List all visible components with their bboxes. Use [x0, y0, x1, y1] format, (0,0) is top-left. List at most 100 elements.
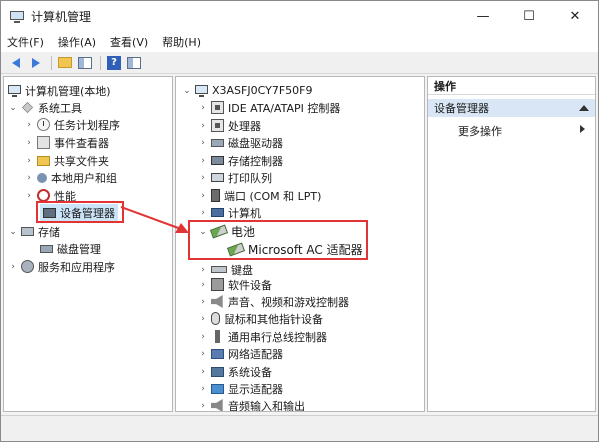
event-viewer-icon	[37, 136, 50, 149]
services-icon	[21, 260, 34, 273]
tree-item-disk-management[interactable]: 磁盘管理	[40, 240, 101, 257]
disk-management-label: 磁盘管理	[57, 242, 101, 256]
device-category-software[interactable]: › 软件设备	[198, 276, 272, 293]
device-category-storage-controllers[interactable]: › 存储控制器	[198, 152, 283, 169]
tree-item-event-viewer[interactable]: › 事件查看器	[24, 134, 109, 151]
tree-root[interactable]: 计算机管理(本地)	[8, 82, 111, 99]
local-users-label: 本地用户和组	[51, 171, 117, 185]
users-icon	[37, 172, 47, 183]
chevron-right-icon[interactable]: ›	[24, 156, 34, 166]
chevron-right-icon[interactable]: ›	[198, 265, 208, 275]
chevron-down-icon[interactable]: ⌄	[8, 227, 18, 237]
window-controls: — ☐ ✕	[460, 1, 598, 32]
tree-item-shared-folders[interactable]: › 共享文件夹	[24, 152, 109, 169]
chevron-right-icon[interactable]: ›	[198, 173, 208, 183]
chevron-right-icon[interactable]: ›	[198, 297, 208, 307]
chevron-right-icon[interactable]: ›	[198, 367, 208, 377]
chevron-right-icon[interactable]: ›	[198, 384, 208, 394]
device-category-mouse[interactable]: › 鼠标和其他指针设备	[198, 310, 323, 327]
close-button[interactable]: ✕	[552, 1, 598, 32]
device-category-print-queues[interactable]: › 打印队列	[198, 169, 272, 186]
chevron-right-icon[interactable]: ›	[198, 349, 208, 359]
up-folder-button[interactable]	[56, 54, 74, 72]
actions-section-label: 设备管理器	[434, 102, 489, 115]
chevron-right-icon[interactable]: ›	[198, 191, 208, 201]
device-category-display[interactable]: › 显示适配器	[198, 380, 283, 397]
device-category-label: IDE ATA/ATAPI 控制器	[228, 101, 341, 115]
chevron-right-icon[interactable]: ›	[198, 280, 208, 290]
actions-pane: 操作 设备管理器 更多操作	[427, 76, 596, 412]
device-category-ports[interactable]: › 端口 (COM 和 LPT)	[198, 187, 321, 204]
back-button[interactable]	[7, 54, 25, 72]
forward-button[interactable]	[27, 54, 45, 72]
tree-item-local-users[interactable]: › 本地用户和组	[24, 169, 117, 186]
pc-icon	[211, 208, 224, 217]
collapse-up-icon[interactable]	[579, 105, 589, 111]
chevron-down-icon[interactable]: ⌄	[182, 86, 192, 96]
maximize-button[interactable]: ☐	[506, 1, 552, 32]
tree-system-tools[interactable]: ⌄ 系统工具	[8, 99, 82, 116]
device-category-usb[interactable]: › 通用串行总线控制器	[198, 328, 327, 345]
menu-file[interactable]: 文件(F)	[7, 34, 44, 50]
device-category-sound[interactable]: › 声音、视频和游戏控制器	[198, 293, 349, 310]
device-category-disk-drives[interactable]: › 磁盘驱动器	[198, 134, 283, 151]
chevron-down-icon[interactable]: ⌄	[8, 103, 18, 113]
tree-item-task-scheduler[interactable]: › 任务计划程序	[24, 116, 120, 133]
chevron-right-icon[interactable]: ›	[198, 332, 208, 342]
computer-icon	[8, 84, 21, 97]
show-hide-tree-button[interactable]	[76, 54, 94, 72]
device-category-system[interactable]: › 系统设备	[198, 363, 272, 380]
tools-icon	[21, 101, 34, 114]
device-category-computer[interactable]: › 计算机	[198, 204, 261, 221]
device-category-audio-io[interactable]: › 音频输入和输出	[198, 397, 305, 412]
menu-help[interactable]: 帮助(H)	[162, 34, 201, 50]
back-arrow-icon	[12, 57, 20, 68]
device-tree-root[interactable]: ⌄ X3ASFJ0CY7F50F9	[182, 82, 312, 99]
help-button[interactable]: ?	[105, 54, 123, 72]
network-adapter-icon	[211, 348, 224, 359]
device-category-label: 存储控制器	[228, 154, 283, 168]
display-adapter-icon	[211, 383, 224, 394]
device-category-label: 计算机	[228, 206, 261, 220]
device-category-label: 系统设备	[228, 365, 272, 379]
device-category-processor[interactable]: › 处理器	[198, 117, 261, 134]
submenu-right-icon[interactable]	[580, 125, 585, 133]
forward-arrow-icon	[32, 57, 40, 68]
minimize-button[interactable]: —	[460, 1, 506, 32]
clock-icon	[37, 118, 50, 131]
device-category-label: 音频输入和输出	[228, 399, 305, 412]
chevron-right-icon[interactable]: ›	[8, 262, 18, 272]
chevron-right-icon[interactable]: ›	[198, 208, 208, 218]
device-category-network[interactable]: › 网络适配器	[198, 345, 283, 362]
storage-controller-icon	[211, 156, 224, 165]
chevron-right-icon[interactable]: ›	[198, 401, 208, 411]
chevron-right-icon[interactable]: ›	[24, 173, 34, 183]
chevron-right-icon[interactable]: ›	[198, 138, 208, 148]
computer-name-label: X3ASFJ0CY7F50F9	[212, 84, 313, 97]
chevron-right-icon[interactable]: ›	[198, 103, 208, 113]
device-tree-pane: ⌄ X3ASFJ0CY7F50F9 › IDE ATA/ATAPI 控制器 › …	[175, 76, 425, 412]
device-category-ide[interactable]: › IDE ATA/ATAPI 控制器	[198, 99, 340, 116]
chevron-right-icon[interactable]: ›	[198, 121, 208, 131]
tree-services[interactable]: › 服务和应用程序	[8, 258, 115, 275]
more-actions-link[interactable]: 更多操作	[458, 123, 502, 139]
menu-view[interactable]: 查看(V)	[110, 34, 148, 50]
menu-action[interactable]: 操作(A)	[58, 34, 96, 50]
device-category-label: 端口 (COM 和 LPT)	[224, 189, 322, 203]
tree-storage[interactable]: ⌄ 存储	[8, 223, 60, 240]
toolbar: ?	[1, 52, 598, 74]
window-title: 计算机管理	[31, 10, 92, 24]
chevron-right-icon[interactable]: ›	[24, 191, 34, 201]
action-pane-button[interactable]	[125, 54, 143, 72]
device-category-label: 软件设备	[228, 278, 272, 292]
system-device-icon	[211, 366, 224, 377]
chevron-right-icon[interactable]: ›	[24, 120, 34, 130]
chevron-right-icon[interactable]: ›	[198, 314, 208, 324]
chevron-right-icon[interactable]: ›	[24, 138, 34, 148]
status-bar	[1, 415, 598, 441]
title-bar: 计算机管理 — ☐ ✕	[1, 1, 598, 32]
chevron-right-icon[interactable]: ›	[198, 156, 208, 166]
shared-folders-label: 共享文件夹	[54, 154, 109, 168]
actions-section-device-manager[interactable]: 设备管理器	[428, 99, 595, 117]
disk-drive-icon	[211, 138, 224, 147]
